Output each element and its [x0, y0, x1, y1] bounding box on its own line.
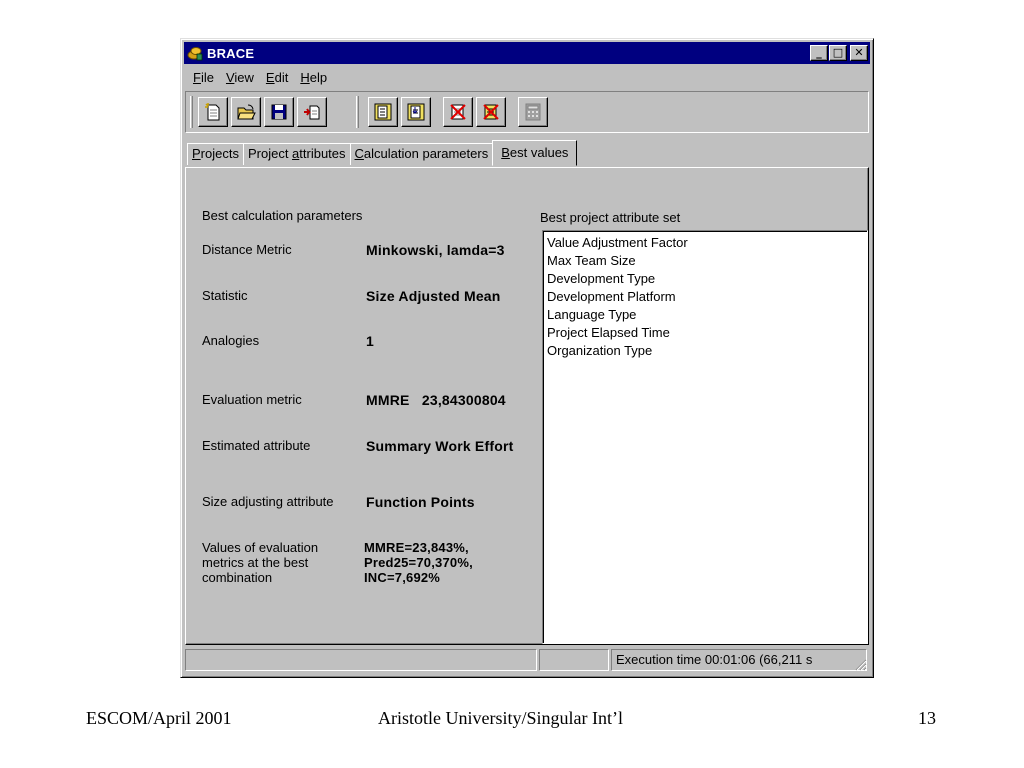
- estimated-attribute-value: Summary Work Effort: [366, 438, 514, 454]
- brace-window: BRACE _ □ ✕ File View Edit Help Projects…: [180, 38, 874, 678]
- calculate-button[interactable]: [518, 97, 548, 127]
- tab-strip: Projects Project attributes Calculation …: [187, 140, 578, 166]
- new-project-button[interactable]: [198, 97, 228, 127]
- evaluation-values-label: Values of evaluation metrics at the best…: [202, 540, 319, 585]
- paste-sheet-icon: [407, 103, 425, 121]
- best-attribute-listbox[interactable]: Value Adjustment Factor Max Team Size De…: [542, 230, 868, 644]
- copy-button[interactable]: [368, 97, 398, 127]
- list-item[interactable]: Organization Type: [547, 342, 863, 360]
- delete-button[interactable]: [443, 97, 473, 127]
- resize-grip-icon[interactable]: [853, 657, 867, 671]
- delete-red-x-icon: [450, 104, 466, 120]
- footer-page-number: 13: [918, 708, 936, 728]
- status-panel-secondary: [539, 649, 609, 671]
- footer-organization: Aristotle University/Singular Int’l: [378, 708, 623, 728]
- list-item[interactable]: Project Elapsed Time: [547, 324, 863, 342]
- copy-sheet-icon: [374, 103, 392, 121]
- menu-edit[interactable]: Edit: [260, 70, 294, 85]
- title-bar[interactable]: BRACE _ □ ✕: [184, 42, 870, 64]
- distance-metric-value: Minkowski, lamda=3: [366, 242, 505, 258]
- window-title: BRACE: [207, 45, 255, 61]
- menu-view[interactable]: View: [220, 70, 260, 85]
- close-button[interactable]: ✕: [850, 45, 868, 61]
- best-values-panel: Best calculation parameters Best project…: [185, 167, 869, 645]
- import-button[interactable]: [297, 97, 327, 127]
- menu-file[interactable]: File: [187, 70, 220, 85]
- analogies-value: 1: [366, 333, 374, 349]
- footer-conference: ESCOM/April 2001: [86, 708, 232, 728]
- paste-button[interactable]: [401, 97, 431, 127]
- calculator-icon: [525, 103, 541, 121]
- toolbar-grip[interactable]: [356, 96, 359, 128]
- tab-best-values[interactable]: Best values: [492, 140, 578, 166]
- new-document-icon: [205, 103, 220, 121]
- save-project-button[interactable]: [264, 97, 294, 127]
- estimated-attribute-label: Estimated attribute: [202, 438, 311, 453]
- tab-projects[interactable]: Projects: [187, 143, 244, 165]
- list-item[interactable]: Max Team Size: [547, 252, 863, 270]
- open-project-button[interactable]: [231, 97, 261, 127]
- save-disk-icon: [271, 104, 287, 120]
- status-panel-main: [185, 649, 537, 671]
- import-icon: [304, 105, 320, 120]
- delete-all-red-x-icon: [483, 104, 499, 120]
- minimize-button[interactable]: _: [810, 45, 828, 61]
- status-bar: Execution time 00:01:06 (66,211 s: [185, 649, 869, 673]
- menu-bar: File View Edit Help: [187, 66, 333, 88]
- tab-project-attributes[interactable]: Project attributes: [242, 143, 351, 165]
- open-folder-icon: [237, 104, 256, 120]
- best-calculation-parameters-heading: Best calculation parameters: [202, 208, 363, 223]
- list-item[interactable]: Value Adjustment Factor: [547, 234, 863, 252]
- statistic-value: Size Adjusted Mean: [366, 288, 501, 304]
- distance-metric-label: Distance Metric: [202, 242, 292, 257]
- best-project-attribute-set-heading: Best project attribute set: [540, 210, 681, 225]
- statistic-label: Statistic: [202, 288, 248, 303]
- list-item[interactable]: Development Type: [547, 270, 863, 288]
- analogies-label: Analogies: [202, 333, 260, 348]
- list-item[interactable]: Language Type: [547, 306, 863, 324]
- toolbar: [185, 91, 869, 133]
- maximize-button[interactable]: □: [829, 45, 847, 61]
- toolbar-grip[interactable]: [190, 96, 193, 128]
- menu-help[interactable]: Help: [294, 70, 333, 85]
- evaluation-metric-value: MMRE 23,84300804: [366, 392, 506, 408]
- delete-all-button[interactable]: [476, 97, 506, 127]
- evaluation-values-value: MMRE=23,843%, Pred25=70,370%, INC=7,692%: [364, 540, 473, 585]
- brace-app-icon: [187, 45, 203, 61]
- size-adjusting-attribute-label: Size adjusting attribute: [202, 494, 334, 509]
- tab-calculation-parameters[interactable]: Calculation parameters: [349, 143, 494, 165]
- execution-time-status: Execution time 00:01:06 (66,211 s: [611, 649, 867, 671]
- evaluation-metric-label: Evaluation metric: [202, 392, 302, 407]
- list-item[interactable]: Development Platform: [547, 288, 863, 306]
- size-adjusting-attribute-value: Function Points: [366, 494, 475, 510]
